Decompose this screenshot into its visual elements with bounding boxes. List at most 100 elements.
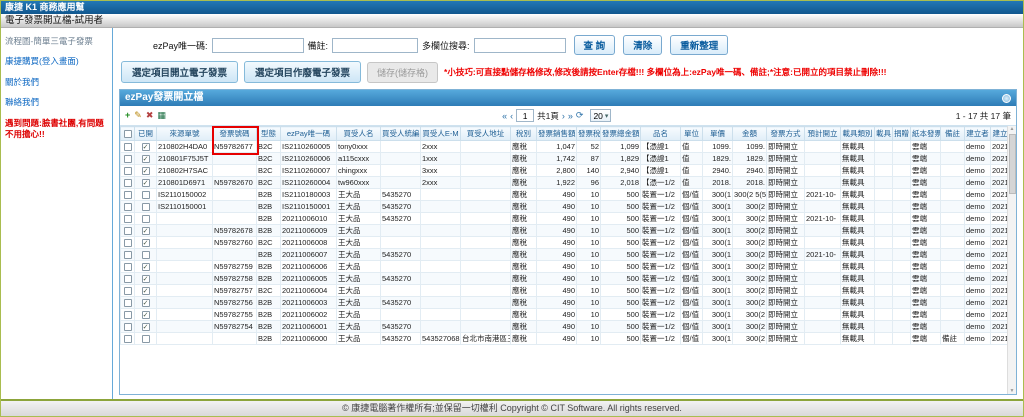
cell[interactable]: B2B: [257, 189, 281, 201]
cell[interactable]: 雲端: [911, 225, 941, 237]
opened-checkbox[interactable]: ✓: [142, 167, 150, 175]
column-header-14[interactable]: 品名: [641, 127, 681, 141]
cell[interactable]: 王大品: [337, 333, 381, 345]
cell[interactable]: 雲端: [911, 141, 941, 153]
cell[interactable]: [461, 285, 511, 297]
grid-row-12[interactable]: ✓N59782758B2B20211006005王大品5435270應稅4901…: [121, 273, 1017, 285]
cell[interactable]: [421, 297, 461, 309]
cell[interactable]: 300(2: [733, 237, 767, 249]
column-header-10[interactable]: 稅別: [511, 127, 537, 141]
cell[interactable]: 300(2: [733, 213, 767, 225]
cell[interactable]: 300(2: [733, 333, 767, 345]
cell[interactable]: [213, 201, 257, 213]
cell[interactable]: 20211006005: [281, 273, 337, 285]
cell[interactable]: [893, 249, 911, 261]
cell[interactable]: demo: [965, 213, 991, 225]
cell[interactable]: [381, 261, 421, 273]
cell[interactable]: 2018.: [703, 177, 733, 189]
cell[interactable]: [381, 237, 421, 249]
cell[interactable]: [941, 201, 965, 213]
cell[interactable]: 雲端: [911, 285, 941, 297]
cell[interactable]: 應稅: [511, 309, 537, 321]
cell[interactable]: B2C: [257, 141, 281, 153]
cell[interactable]: 300(1: [703, 225, 733, 237]
cell[interactable]: 500: [601, 333, 641, 345]
cell[interactable]: demo: [965, 321, 991, 333]
cell[interactable]: 490: [537, 321, 577, 333]
cell[interactable]: 個/值: [681, 261, 703, 273]
column-header-13[interactable]: 發票總金額: [601, 127, 641, 141]
row-select-checkbox[interactable]: [124, 251, 132, 259]
cell[interactable]: 5435270: [381, 189, 421, 201]
cell[interactable]: 500: [601, 237, 641, 249]
cell[interactable]: 20211006009: [281, 225, 337, 237]
memo-input[interactable]: [332, 38, 418, 53]
cell[interactable]: [421, 321, 461, 333]
cell[interactable]: 應稅: [511, 141, 537, 153]
cell[interactable]: [461, 261, 511, 273]
column-header-4[interactable]: 型態: [257, 127, 281, 141]
cell[interactable]: demo: [965, 225, 991, 237]
cell[interactable]: [875, 153, 893, 165]
cell[interactable]: 490: [537, 273, 577, 285]
cell[interactable]: [381, 153, 421, 165]
cell[interactable]: [941, 249, 965, 261]
cell[interactable]: 500: [601, 249, 641, 261]
column-header-2[interactable]: 來源單號: [157, 127, 213, 141]
cell[interactable]: [941, 297, 965, 309]
sidebar-item-4[interactable]: 聯絡我們: [5, 97, 108, 108]
cell[interactable]: [421, 261, 461, 273]
grid-row-10[interactable]: B2B20211006007王大品5435270應稅49010500裝置一1/2…: [121, 249, 1017, 261]
cell[interactable]: 裝置一1/2: [641, 297, 681, 309]
column-header-16[interactable]: 單價: [703, 127, 733, 141]
cell[interactable]: 無載具: [841, 273, 875, 285]
opened-checkbox[interactable]: ✓: [142, 227, 150, 235]
cell[interactable]: 2021-10-: [805, 249, 841, 261]
cell[interactable]: [461, 153, 511, 165]
grid-row-16[interactable]: ✓N59782754B2B20211006001王大品5435270應稅4901…: [121, 321, 1017, 333]
cell[interactable]: 應稅: [511, 297, 537, 309]
cell[interactable]: [805, 285, 841, 297]
row-select-checkbox[interactable]: [124, 299, 132, 307]
cell[interactable]: [941, 177, 965, 189]
cell[interactable]: 300(1: [703, 189, 733, 201]
cell[interactable]: IS2110260005: [281, 141, 337, 153]
cell[interactable]: demo: [965, 177, 991, 189]
cell[interactable]: [893, 225, 911, 237]
cell[interactable]: 即時開立: [767, 225, 805, 237]
cell[interactable]: [893, 285, 911, 297]
cell[interactable]: 5435270: [381, 333, 421, 345]
cell[interactable]: 96: [577, 177, 601, 189]
cell[interactable]: [875, 249, 893, 261]
cell[interactable]: 即時開立: [767, 165, 805, 177]
cell[interactable]: 2018.: [733, 177, 767, 189]
cell[interactable]: 即時開立: [767, 273, 805, 285]
cell[interactable]: 300(2: [733, 309, 767, 321]
first-page-icon[interactable]: «: [502, 111, 507, 121]
cell[interactable]: 500: [601, 213, 641, 225]
column-header-17[interactable]: 金額: [733, 127, 767, 141]
cell[interactable]: 即時開立: [767, 201, 805, 213]
cell[interactable]: 個/值: [681, 189, 703, 201]
grid-row-15[interactable]: ✓N59782755B2B20211006002王大品應稅49010500裝置一…: [121, 309, 1017, 321]
cell[interactable]: B2B: [257, 309, 281, 321]
cell[interactable]: 2xxx: [421, 177, 461, 189]
cell[interactable]: [893, 201, 911, 213]
opened-checkbox[interactable]: [142, 191, 150, 199]
cell[interactable]: demo: [965, 201, 991, 213]
cell[interactable]: 10: [577, 249, 601, 261]
cell[interactable]: 即時開立: [767, 249, 805, 261]
cell[interactable]: [461, 141, 511, 153]
cell[interactable]: 500: [601, 321, 641, 333]
search-button[interactable]: 查 詢: [574, 35, 616, 55]
cell[interactable]: 裝置一1/2: [641, 285, 681, 297]
cell[interactable]: 雲端: [911, 273, 941, 285]
row-select-checkbox[interactable]: [124, 311, 132, 319]
cell[interactable]: [381, 285, 421, 297]
cell[interactable]: 20211006004: [281, 285, 337, 297]
cell[interactable]: 490: [537, 285, 577, 297]
cell[interactable]: demo: [965, 237, 991, 249]
row-select-checkbox[interactable]: [124, 239, 132, 247]
cell[interactable]: [213, 189, 257, 201]
cell[interactable]: 個/值: [681, 213, 703, 225]
